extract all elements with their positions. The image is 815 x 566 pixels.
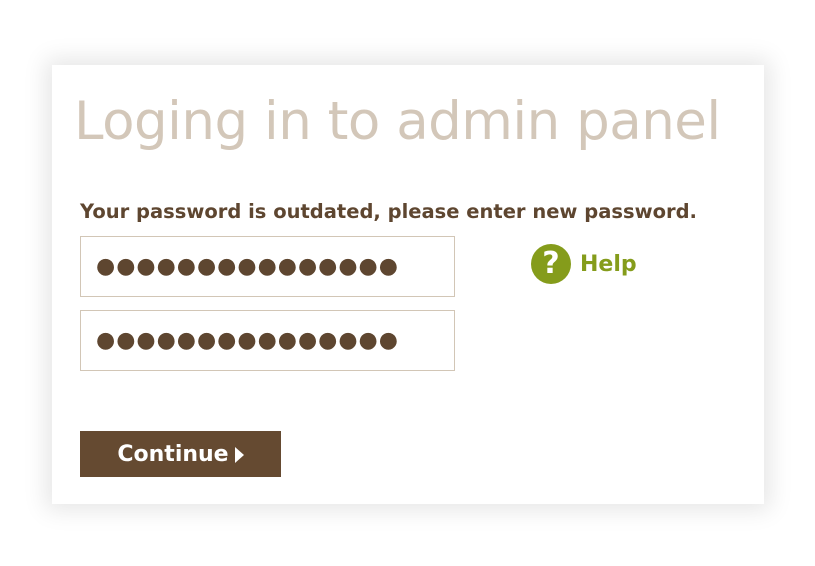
continue-button[interactable]: Continue [80,431,281,477]
confirm-password-field[interactable] [80,310,455,371]
login-panel: Loging in to admin panel Your password i… [52,65,764,504]
play-arrow-icon [234,447,244,463]
page-title: Loging in to admin panel [74,91,721,152]
outdated-password-message: Your password is outdated, please enter … [80,200,697,223]
help-circle-icon: ? [531,244,571,284]
continue-label: Continue [117,441,229,467]
help-link[interactable]: ? Help [531,243,637,285]
help-label: Help [580,251,637,277]
new-password-field[interactable] [80,236,455,297]
